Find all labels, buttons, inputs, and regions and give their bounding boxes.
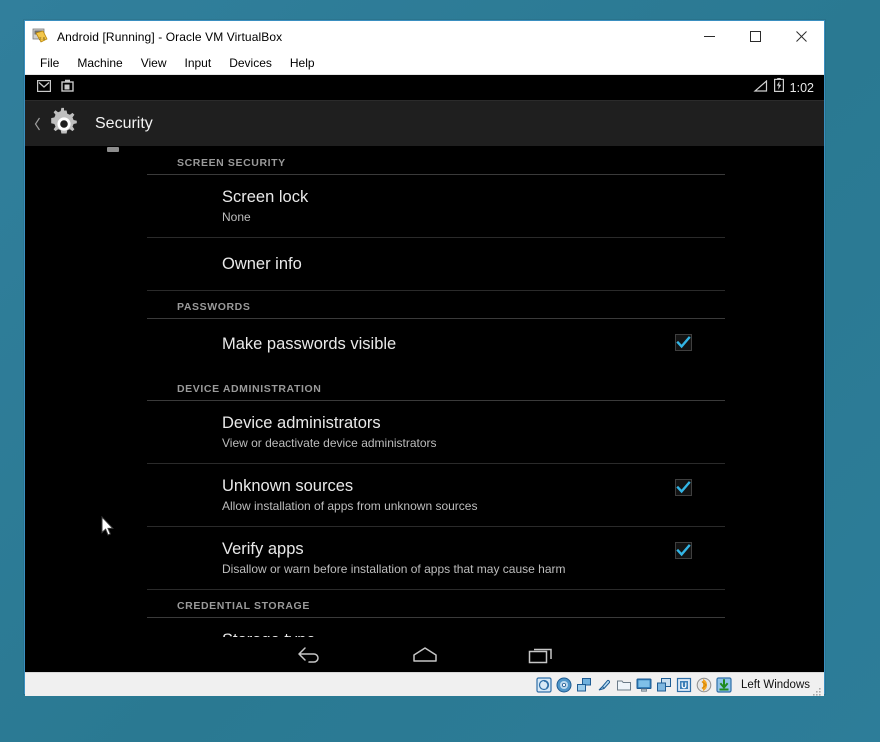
list-item-subtitle: None (222, 210, 251, 224)
status-notification-icons (25, 79, 74, 97)
usb-icon[interactable] (596, 677, 612, 693)
virtualbox-status-bar: Left Windows (25, 672, 824, 696)
menu-help[interactable]: Help (281, 54, 324, 73)
list-item-title: Storage type (222, 630, 725, 637)
list-item-screen-lock[interactable]: Screen lock None (147, 175, 725, 238)
sms-icon (36, 79, 52, 97)
checkbox-verify-apps[interactable] (675, 542, 692, 559)
status-clock: 1:02 (789, 80, 814, 95)
android-action-bar: Security (25, 101, 824, 147)
section-header-passwords: PASSWORDS (147, 291, 725, 319)
window-capture-icon[interactable] (656, 677, 672, 693)
section-header-device-administration: DEVICE ADMINISTRATION (147, 373, 725, 401)
window-titlebar[interactable]: 2.6 Android [Running] - Oracle VM Virtua… (25, 21, 824, 52)
network-icon[interactable] (576, 677, 592, 693)
maximize-button[interactable] (732, 21, 778, 52)
menu-input[interactable]: Input (176, 54, 221, 73)
hard-disk-icon[interactable] (536, 676, 552, 693)
list-item-title: Verify apps (222, 540, 304, 558)
menubar: File Machine View Input Devices Help (25, 52, 824, 75)
battery-charging-icon (773, 78, 784, 97)
list-item-storage-type[interactable]: Storage type Software only (147, 618, 725, 637)
list-item-title: Owner info (222, 255, 302, 273)
optical-disk-icon[interactable] (556, 677, 572, 693)
desktop-background: 2.6 Android [Running] - Oracle VM Virtua… (0, 0, 880, 742)
back-chevron-icon[interactable] (29, 117, 45, 131)
nav-back-icon[interactable] (286, 640, 332, 670)
list-item-verify-apps[interactable]: Verify apps Disallow or warn before inst… (147, 527, 725, 590)
checkbox-make-passwords-visible[interactable] (675, 334, 692, 351)
host-key-label: Left Windows (740, 678, 810, 691)
minimize-button[interactable] (686, 21, 732, 52)
menu-devices[interactable]: Devices (220, 54, 281, 73)
settings-gear-icon[interactable] (47, 107, 81, 141)
list-item-owner-info[interactable]: Owner info (147, 238, 725, 291)
checkbox-unknown-sources[interactable] (675, 479, 692, 496)
nav-recents-icon[interactable] (518, 640, 564, 670)
virtualbox-status-indicators: Left Windows (536, 673, 810, 696)
virtualbox-vm-window: 2.6 Android [Running] - Oracle VM Virtua… (24, 20, 825, 696)
section-header-screen-security: SCREEN SECURITY (147, 147, 725, 175)
list-item-title: Make passwords visible (222, 335, 397, 353)
settings-list-container[interactable]: SCREEN SECURITY Screen lock None Owner i… (25, 147, 824, 637)
list-item-unknown-sources[interactable]: Unknown sources Allow installation of ap… (147, 464, 725, 527)
status-system-icons: 1:02 (753, 75, 814, 100)
host-key-indicator-icon[interactable] (716, 676, 732, 693)
window-title: Android [Running] - Oracle VM VirtualBox (57, 29, 283, 44)
android-status-bar: 1:02 (25, 75, 824, 101)
display-icon[interactable] (636, 677, 652, 693)
screenshot-icon (61, 79, 74, 97)
shared-folders-icon[interactable] (616, 677, 632, 693)
menu-file[interactable]: File (31, 54, 68, 73)
list-item-title: Device administrators (222, 414, 381, 432)
menu-view[interactable]: View (132, 54, 176, 73)
list-item-subtitle: Allow installation of apps from unknown … (222, 499, 478, 513)
guest-additions-icon[interactable] (676, 677, 692, 693)
list-item-make-passwords-visible[interactable]: Make passwords visible (147, 319, 725, 373)
section-header-credential-storage: CREDENTIAL STORAGE (147, 590, 725, 618)
scrollbar-thumb[interactable] (107, 147, 119, 152)
list-item-title: Screen lock (222, 188, 309, 206)
window-controls (686, 21, 824, 52)
page-title: Security (95, 114, 153, 132)
list-item-title: Unknown sources (222, 477, 354, 495)
close-button[interactable] (778, 21, 824, 52)
list-item-device-administrators[interactable]: Device administrators View or deactivate… (147, 401, 725, 464)
list-item-subtitle: View or deactivate device administrators (222, 436, 437, 450)
signal-triangle-icon (753, 79, 768, 97)
nav-home-icon[interactable] (402, 640, 448, 670)
list-item-subtitle: Disallow or warn before installation of … (222, 562, 566, 576)
mouse-integration-icon[interactable] (696, 677, 712, 693)
svg-text:2.6: 2.6 (39, 36, 46, 41)
virtualbox-vm-icon: 2.6 (32, 28, 49, 45)
resize-grip-icon[interactable] (812, 684, 822, 696)
android-navigation-bar (25, 637, 824, 672)
android-guest-screen[interactable]: 1:02 Security SCREEN SECURITY Screen loc… (25, 75, 824, 672)
menu-machine[interactable]: Machine (68, 54, 131, 73)
settings-list: SCREEN SECURITY Screen lock None Owner i… (147, 147, 725, 637)
